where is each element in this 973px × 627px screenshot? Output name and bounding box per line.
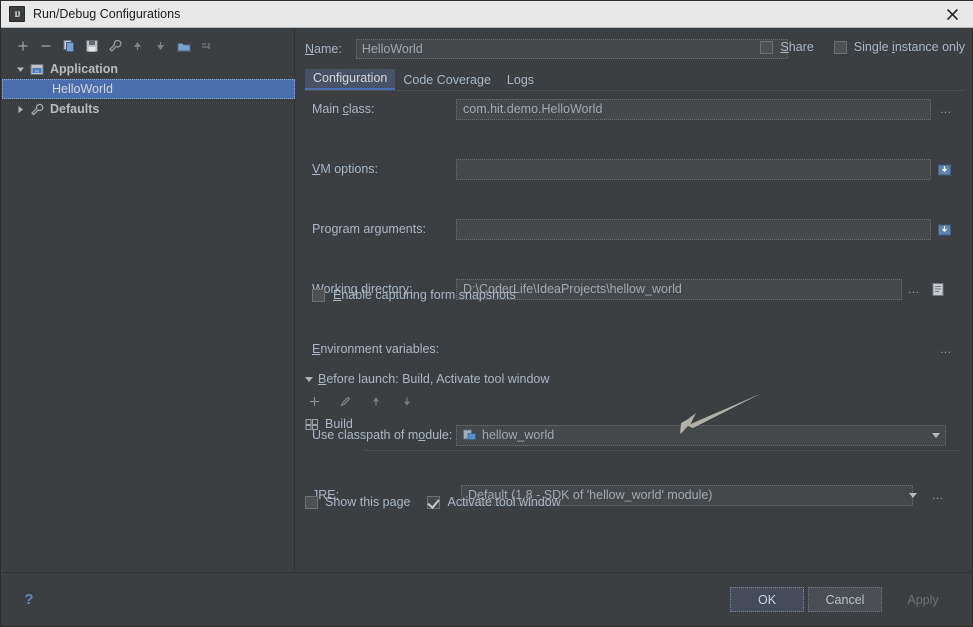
vm-options-row: VM options: [296, 155, 973, 183]
ok-button[interactable]: OK [730, 587, 804, 612]
add-configuration-button[interactable] [12, 36, 33, 56]
working-directory-browse-button[interactable]: … [904, 279, 924, 300]
tab-logs[interactable]: Logs [499, 71, 542, 90]
before-launch-task-label: Build [325, 417, 353, 431]
before-launch-header[interactable]: Before launch: Build, Activate tool wind… [305, 372, 965, 386]
tree-item-label: Application [50, 62, 119, 76]
checkbox-box [833, 40, 847, 54]
main-class-label: Main class: [312, 102, 375, 116]
jre-browse-button[interactable]: … [926, 485, 950, 506]
tab-code-coverage[interactable]: Code Coverage [395, 71, 499, 90]
move-up-button[interactable] [127, 36, 148, 56]
apply-button: Apply [907, 592, 939, 607]
titlebar: IJ Run/Debug Configurations [1, 1, 973, 28]
dialog-buttons: OK Cancel Apply [730, 587, 960, 612]
name-input-value: HelloWorld [361, 42, 423, 56]
configurations-toolbar [2, 35, 295, 57]
checkbox-box [312, 288, 325, 302]
single-instance-label: Single instance only [853, 40, 965, 54]
share-options: Share Single instance only [760, 40, 965, 54]
show-this-page-label: Show this page [325, 495, 411, 509]
tab-configuration[interactable]: Configuration [305, 69, 396, 90]
editor-tabs: Configuration Code Coverage Logs [305, 69, 964, 91]
tree-item-application[interactable]: m Application [2, 59, 295, 79]
tree-item-label: HelloWorld [52, 82, 113, 96]
move-down-button[interactable] [150, 36, 171, 56]
tree-item-helloworld[interactable]: HelloWorld [2, 79, 295, 99]
help-question-icon[interactable]: ? [19, 589, 39, 609]
main-class-row: Main class: com.hit.demo.HelloWorld … [296, 95, 973, 123]
tree-item-label: Defaults [50, 102, 100, 116]
before-launch-title: Before launch: Build, Activate tool wind… [318, 372, 550, 386]
edit-before-launch-task-button[interactable] [338, 394, 352, 408]
main-class-input[interactable]: com.hit.demo.HelloWorld [456, 98, 931, 120]
before-launch-divider [365, 450, 960, 451]
insert-macro-icon[interactable] [927, 279, 948, 300]
configuration-editor-pane: Name: HelloWorld Share Single instance o… [296, 29, 973, 574]
defaults-icon [29, 101, 45, 117]
chevron-down-icon[interactable] [14, 63, 27, 76]
show-this-page-checkbox[interactable]: Show this page [305, 495, 410, 509]
enable-form-snapshots-label: Enable capturing form snapshots [333, 288, 516, 302]
build-icon [305, 418, 319, 431]
share-label: Share [780, 40, 814, 54]
environment-variables-input[interactable] [456, 339, 931, 360]
program-arguments-input[interactable] [456, 218, 931, 240]
working-directory-input[interactable]: D:\CoderLife\IdeaProjects\hellow_world [456, 278, 902, 300]
activate-tool-window-label: Activate tool window [447, 495, 561, 509]
environment-variables-label: Environment variables: [312, 342, 440, 356]
bottom-options: Show this page Activate tool window [305, 495, 561, 509]
vm-options-input[interactable] [456, 158, 931, 180]
configurations-tree[interactable]: m Application HelloWorld Defaults [2, 59, 295, 119]
intellij-idea-icon: IJ [9, 6, 25, 22]
checkbox-box-checked [427, 495, 441, 509]
sort-configurations-button[interactable] [196, 36, 217, 56]
dialog-bottom-bar: ? OK Cancel Apply [2, 572, 972, 625]
before-launch-section: Before launch: Build, Activate tool wind… [305, 372, 965, 451]
configurations-panel: m Application HelloWorld Defaults [2, 29, 295, 574]
cancel-button[interactable]: Cancel [808, 587, 882, 612]
move-task-up-button[interactable] [369, 394, 383, 408]
chevron-right-icon[interactable] [14, 103, 27, 116]
expand-editor-icon[interactable] [934, 219, 955, 240]
configuration-form: Main class: com.hit.demo.HelloWorld … VM… [296, 95, 973, 506]
name-label: Name: [305, 42, 342, 56]
share-checkbox[interactable]: Share [760, 40, 814, 54]
jre-dropdown-arrow[interactable] [903, 485, 923, 506]
single-instance-only-checkbox[interactable]: Single instance only [833, 40, 965, 54]
checkbox-box [760, 40, 774, 54]
copy-configuration-button[interactable] [58, 36, 79, 56]
close-icon[interactable] [930, 1, 973, 27]
create-folder-button[interactable] [173, 36, 194, 56]
environment-variables-row: Environment variables: … [296, 335, 973, 363]
before-launch-toolbar [307, 392, 965, 410]
add-before-launch-task-button[interactable] [307, 394, 321, 408]
wrench-icon[interactable] [104, 36, 125, 56]
activate-tool-window-checkbox[interactable]: Activate tool window [427, 495, 561, 509]
application-icon: m [29, 61, 45, 77]
program-arguments-row: Program arguments: [296, 215, 973, 243]
main-class-browse-button[interactable]: … [934, 99, 958, 120]
environment-variables-browse-button[interactable]: … [934, 339, 958, 360]
expand-editor-icon[interactable] [934, 159, 955, 180]
main-class-value: com.hit.demo.HelloWorld [463, 102, 603, 116]
run-debug-configurations-dialog: IJ Run/Debug Configurations m Applicatio… [0, 0, 973, 627]
vm-options-label: VM options: [312, 162, 379, 176]
checkbox-box [305, 495, 318, 509]
before-launch-task-build[interactable]: Build [305, 414, 965, 434]
window-title: Run/Debug Configurations [33, 7, 181, 21]
name-row: Name: HelloWorld [305, 39, 788, 59]
move-task-down-button[interactable] [400, 394, 414, 408]
tree-item-defaults[interactable]: Defaults [2, 99, 295, 119]
chevron-down-icon[interactable] [305, 376, 313, 382]
save-configuration-button[interactable] [81, 36, 102, 56]
enable-form-snapshots-checkbox[interactable]: Enable capturing form snapshots [312, 288, 516, 302]
remove-configuration-button[interactable] [35, 36, 56, 56]
name-input[interactable]: HelloWorld [355, 39, 788, 59]
program-arguments-label: Program arguments: [312, 222, 426, 236]
